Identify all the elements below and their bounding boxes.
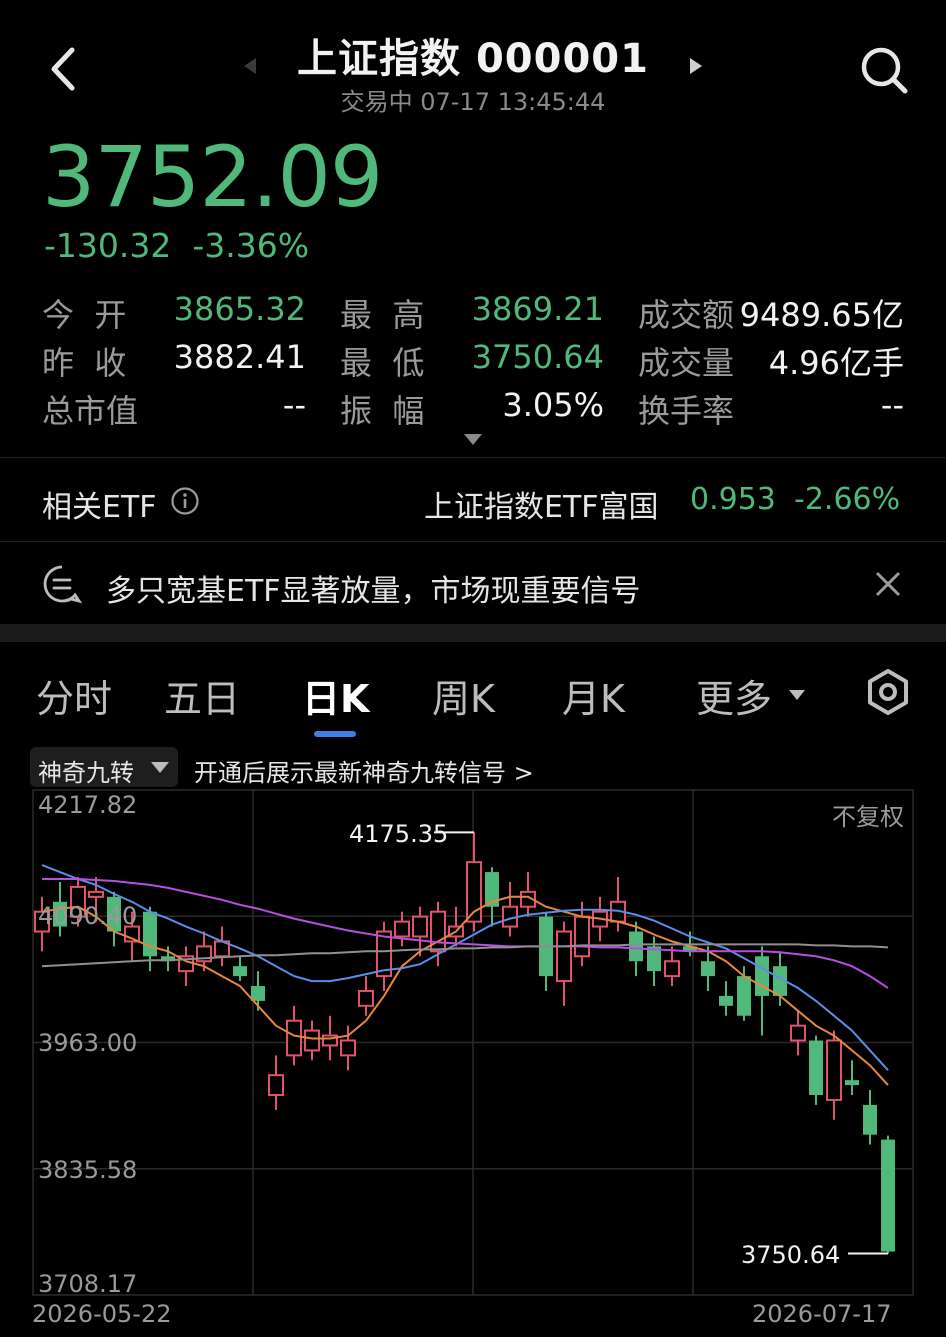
candle-body [394,920,410,938]
y-tick-label: 3708.17 [38,1270,138,1298]
tab-4[interactable]: 月K [562,668,625,723]
y-tick-label: 4217.82 [38,791,138,819]
candle-body [143,911,157,957]
trade-status-label: 交易中 [340,88,413,116]
etf-change: -2.66% [794,482,901,517]
tab-3[interactable]: 周K [432,668,495,723]
stat-label: 振 幅 [340,392,425,430]
candle-body [826,1039,842,1101]
tab-0[interactable]: 分时 [36,668,112,723]
candle-body [251,986,265,1001]
change-percent: -3.36% [192,226,310,265]
stat-label: 总市值 [42,392,139,430]
settings-icon[interactable] [864,668,912,716]
candle-body [88,890,104,898]
indicator-selector[interactable]: 神奇九转 [30,747,178,787]
close-icon[interactable] [874,570,902,598]
candle-body [286,1019,302,1057]
x-start-label: 2026-05-22 [32,1300,172,1328]
stat-value: -- [282,386,306,424]
expand-stats-icon[interactable] [463,432,483,446]
stat-value: 3869.21 [471,290,604,328]
stat-value: -- [880,386,904,424]
y-tick-label: 3835.58 [38,1156,138,1184]
candle-body [863,1104,877,1135]
candle-body [701,961,715,977]
stat-label: 昨 收 [42,344,127,382]
current-price: 3752.09 [42,128,383,226]
candle-body [719,995,733,1006]
candle-body [845,1080,859,1086]
candle-body [304,1029,320,1052]
stat-label: 换手率 [638,392,735,430]
candle-body [790,1024,806,1042]
next-stock-icon[interactable] [688,56,704,76]
y-tick-label: 4090.40 [38,902,138,930]
candle-body [412,915,428,938]
section-gap [0,624,946,642]
stat-value: 4.96亿手 [768,344,904,382]
candle-body [755,956,769,996]
tab-active-indicator [314,731,356,737]
candle-body [233,966,247,977]
stat-value: 3882.41 [173,338,306,376]
max-price-label: 4175.35 [349,820,449,848]
adjust-mode-label[interactable]: 不复权 [832,797,904,832]
tab-2[interactable]: 日K [302,668,369,723]
candle-body [430,910,446,953]
stat-value: 3750.64 [471,338,604,376]
notice-banner[interactable]: 多只宽基ETF显著放量，市场现重要信号 [0,544,946,622]
stat-label: 成交额 [638,296,735,334]
etf-name: 上证指数ETF富国 [424,490,659,525]
divider [0,541,946,542]
etf-row[interactable]: 相关ETF 上证指数ETF富国 0.953 -2.66% [0,460,946,540]
candle-body [737,976,751,1016]
stat-label: 最 高 [340,296,425,334]
divider [0,457,946,458]
candle-body [574,915,590,958]
trade-datetime: 07-17 13:45:44 [420,88,606,116]
stat-value: 9489.65亿 [739,296,904,334]
stat-value: 3865.32 [173,290,306,328]
message-icon [42,564,83,604]
page-title: 上证指数 000001 [297,36,649,82]
y-tick-label: 3963.00 [38,1029,138,1057]
chevron-down-icon [150,760,170,774]
indicator-label: 神奇九转 [38,759,134,787]
x-end-label: 2026-07-17 [752,1300,892,1328]
candle-body [358,989,374,1007]
tab-1[interactable]: 五日 [164,668,240,723]
price-change: -130.32 -3.36% [44,226,309,265]
candle-body [268,1074,284,1097]
candle-body [556,930,572,983]
info-icon[interactable] [170,486,200,516]
stat-label: 今 开 [42,296,127,334]
stat-label: 最 低 [340,344,425,382]
candle-body [664,960,680,978]
candle-body [629,931,643,962]
candle-body [809,1040,823,1096]
search-icon[interactable] [858,44,910,96]
min-price-label: 3750.64 [741,1241,841,1269]
candle-body [340,1039,356,1057]
more-chevron-icon[interactable] [788,686,806,705]
trade-status: 交易中 07-17 13:45:44 [0,82,946,117]
stat-value: 3.05% [502,386,604,424]
candle-body [881,1139,895,1252]
stat-label: 成交量 [638,344,735,382]
etf-label: 相关ETF [42,490,157,525]
indicator-promo[interactable]: 开通后展示最新神奇九转信号 > [194,753,534,788]
change-value: -130.32 [44,226,172,265]
tab-5[interactable]: 更多 [696,668,772,723]
etf-price: 0.953 [690,482,776,517]
notice-text[interactable]: 多只宽基ETF显著放量，市场现重要信号 [106,566,641,610]
